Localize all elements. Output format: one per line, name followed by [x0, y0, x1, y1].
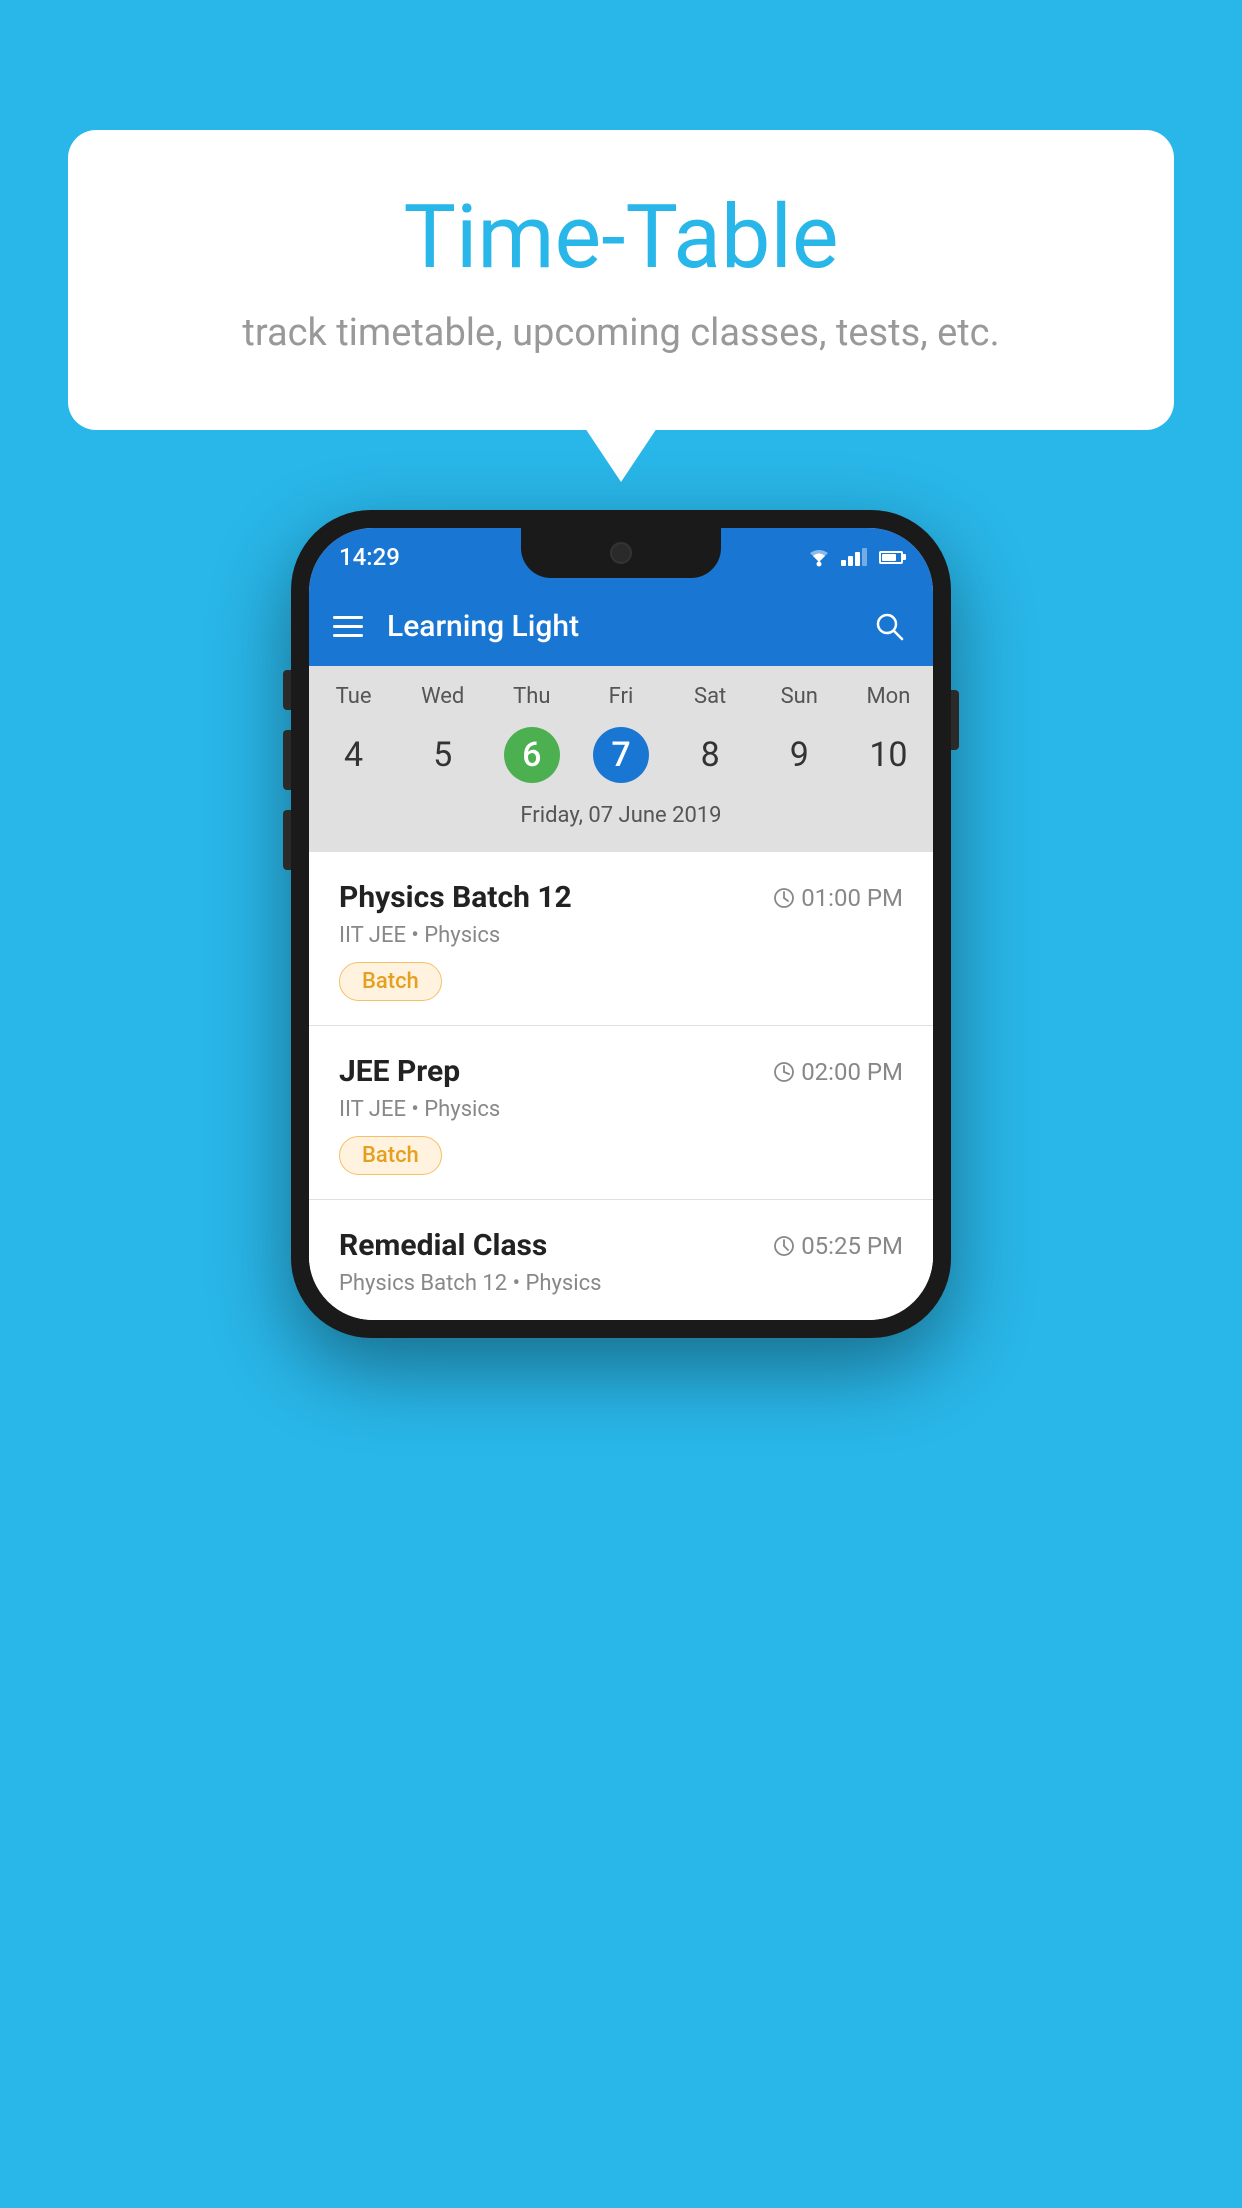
- phone-screen: 14:29: [309, 528, 933, 1320]
- day-today-circle[interactable]: 6: [504, 727, 560, 783]
- phone-mute-button: [283, 670, 291, 710]
- clock-icon-1: [773, 887, 795, 909]
- schedule-item-3-title: Remedial Class: [339, 1228, 547, 1263]
- search-icon: [874, 611, 904, 641]
- day-4[interactable]: 4: [309, 725, 398, 785]
- day-selected-circle[interactable]: 7: [593, 727, 649, 783]
- day-8[interactable]: 8: [666, 725, 755, 785]
- schedule-item-3-sub: Physics Batch 12 • Physics: [339, 1271, 903, 1296]
- schedule-item-2-sub: IIT JEE • Physics: [339, 1097, 903, 1122]
- schedule-item-3-time: 05:25 PM: [773, 1232, 903, 1260]
- schedule-item-2-title: JEE Prep: [339, 1054, 460, 1089]
- day-label-sun: Sun: [755, 684, 844, 717]
- day-label-wed: Wed: [398, 684, 487, 717]
- bubble-title: Time-Table: [148, 190, 1094, 287]
- battery-icon: [879, 551, 903, 564]
- day-7[interactable]: 7: [576, 717, 665, 793]
- day-numbers: 4 5 6 7 8 9 10: [309, 717, 933, 793]
- schedule-item-2-time: 02:00 PM: [773, 1058, 903, 1086]
- batch-badge-1: Batch: [339, 962, 442, 1001]
- app-title: Learning Light: [387, 609, 869, 644]
- batch-badge-2: Batch: [339, 1136, 442, 1175]
- schedule-list: Physics Batch 12 01:00 PM IIT JEE • Phys…: [309, 852, 933, 1320]
- day-label-tue: Tue: [309, 684, 398, 717]
- speech-bubble: Time-Table track timetable, upcoming cla…: [68, 130, 1174, 430]
- schedule-item-1-header: Physics Batch 12 01:00 PM: [339, 880, 903, 915]
- phone-container: 14:29: [291, 510, 951, 1338]
- day-label-sat: Sat: [666, 684, 755, 717]
- search-button[interactable]: [869, 606, 909, 646]
- speech-bubble-container: Time-Table track timetable, upcoming cla…: [68, 130, 1174, 430]
- day-label-thu: Thu: [487, 684, 576, 717]
- day-label-mon: Mon: [844, 684, 933, 717]
- day-10[interactable]: 10: [844, 725, 933, 785]
- clock-icon-3: [773, 1235, 795, 1257]
- app-bar: Learning Light: [309, 586, 933, 666]
- schedule-item-3-header: Remedial Class 05:25 PM: [339, 1228, 903, 1263]
- schedule-item-2[interactable]: JEE Prep 02:00 PM IIT JEE • Physics Batc…: [309, 1026, 933, 1200]
- day-6[interactable]: 6: [487, 717, 576, 793]
- status-time: 14:29: [339, 543, 400, 571]
- schedule-item-1-title: Physics Batch 12: [339, 880, 572, 915]
- day-9[interactable]: 9: [755, 725, 844, 785]
- clock-icon-2: [773, 1061, 795, 1083]
- menu-button[interactable]: [333, 616, 363, 637]
- phone-vol-up-button: [283, 730, 291, 790]
- status-icons: [805, 546, 903, 568]
- signal-icon: [841, 548, 867, 566]
- phone-power-button: [951, 690, 959, 750]
- day-label-fri: Fri: [576, 684, 665, 717]
- schedule-item-2-header: JEE Prep 02:00 PM: [339, 1054, 903, 1089]
- wifi-icon: [805, 546, 833, 568]
- day-labels: Tue Wed Thu Fri Sat Sun Mon: [309, 684, 933, 717]
- phone-outer: 14:29: [291, 510, 951, 1338]
- day-5[interactable]: 5: [398, 725, 487, 785]
- phone-vol-down-button: [283, 810, 291, 870]
- schedule-item-3[interactable]: Remedial Class 05:25 PM Physics Batch 12…: [309, 1200, 933, 1320]
- phone-notch: [521, 528, 721, 578]
- front-camera: [610, 542, 632, 564]
- selected-date-label: Friday, 07 June 2019: [309, 793, 933, 842]
- schedule-item-1[interactable]: Physics Batch 12 01:00 PM IIT JEE • Phys…: [309, 852, 933, 1026]
- calendar-strip: Tue Wed Thu Fri Sat Sun Mon 4 5 6 7: [309, 666, 933, 852]
- schedule-item-1-time: 01:00 PM: [773, 884, 903, 912]
- bubble-subtitle: track timetable, upcoming classes, tests…: [148, 307, 1094, 360]
- schedule-item-1-sub: IIT JEE • Physics: [339, 923, 903, 948]
